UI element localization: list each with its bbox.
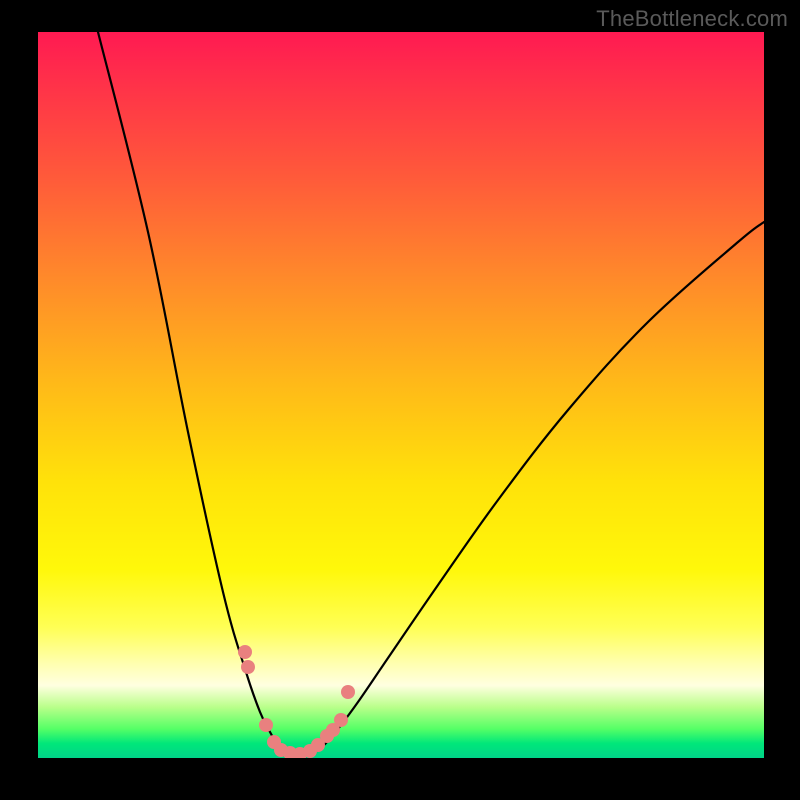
curve-marker	[238, 645, 252, 659]
curve-marker	[241, 660, 255, 674]
curve-marker	[341, 685, 355, 699]
plot-area	[38, 32, 764, 758]
watermark-text: TheBottleneck.com	[596, 6, 788, 32]
curve-marker	[259, 718, 273, 732]
bottleneck-curve-path	[98, 32, 764, 756]
curve-marker	[334, 713, 348, 727]
chart-frame: TheBottleneck.com	[0, 0, 800, 800]
chart-svg	[38, 32, 764, 758]
